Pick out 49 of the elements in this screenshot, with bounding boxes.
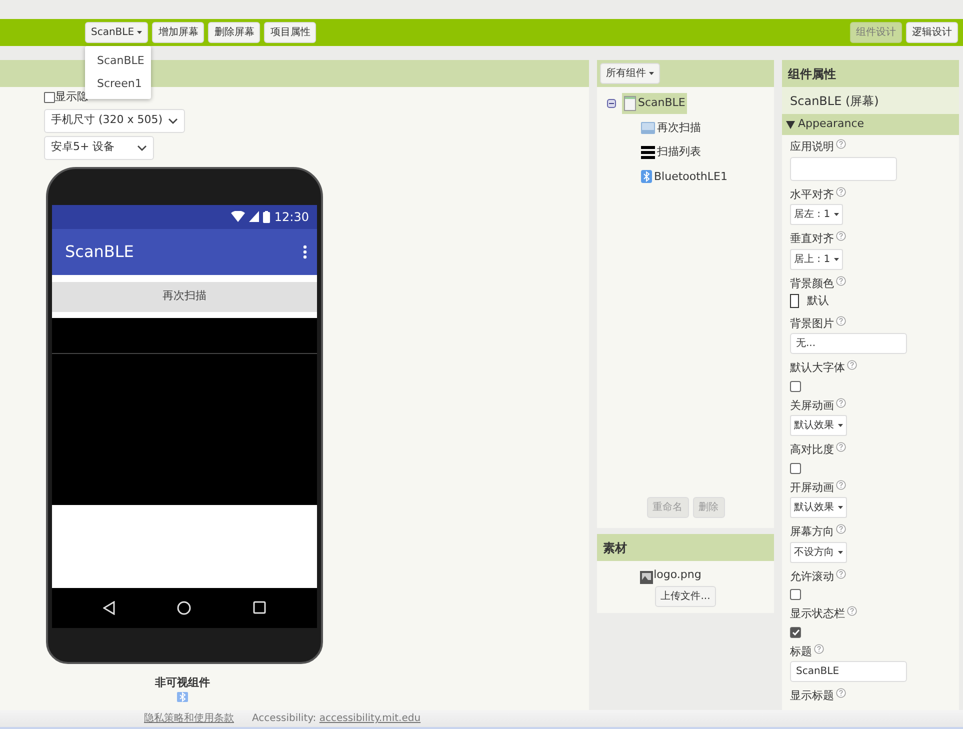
accessibility-text: Accessibility: accessibility.mit.edu (252, 712, 421, 726)
property-select[interactable]: 默认效果 (790, 497, 847, 518)
tree-item[interactable]: 扫描列表 (639, 142, 703, 162)
filter-dropdown-button[interactable]: 所有组件 (600, 63, 660, 84)
section-header[interactable]: Appearance (782, 114, 959, 135)
upload-button[interactable]: 上传文件... (654, 586, 716, 606)
property-label: 垂直对齐 (790, 231, 834, 247)
tree-item[interactable]: BluetoothLE1 (639, 166, 730, 187)
color-picker[interactable]: 默认 (790, 293, 829, 310)
component-name: ScanBLE (屏幕) (782, 87, 959, 114)
phone-size-select[interactable]: 手机尺寸 (320 x 505) (44, 108, 185, 132)
property-select[interactable]: 不设方向 (790, 542, 847, 562)
property-label: 屏幕方向 (790, 524, 834, 540)
property-label: 标题 (790, 644, 812, 660)
nonvisible-title: 非可视组件 (155, 674, 210, 690)
mode-button[interactable]: 逻辑设计 (906, 22, 958, 43)
app-title: ScanBLE (65, 240, 134, 262)
property-label: 关屏动画 (790, 398, 834, 414)
accessibility-link[interactable]: accessibility.mit.edu (319, 713, 421, 724)
privacy-link[interactable]: 隐私策略和使用条款 (144, 711, 234, 726)
screen-dropdown-button[interactable]: ScanBLE (85, 22, 148, 43)
app-button[interactable]: 再次扫描 (52, 282, 317, 312)
property-label: 允许滚动 (790, 568, 834, 584)
media-file[interactable]: logo.png (640, 567, 702, 584)
property-label: 高对比度 (790, 442, 834, 458)
text-field[interactable]: 无... (790, 333, 907, 354)
toolbar-button[interactable]: 增加屏幕 (152, 22, 204, 43)
property-select[interactable]: 居左 : 1 (790, 204, 844, 225)
menu-item[interactable]: ScanBLE (85, 50, 151, 72)
property-label: 显示状态栏 (790, 606, 845, 622)
tree-item[interactable]: 再次扫描 (639, 118, 703, 138)
text-field[interactable]: ScanBLE (790, 661, 907, 682)
property-label: 水平对齐 (790, 186, 834, 202)
toolbar-button[interactable]: 删除屏幕 (208, 22, 260, 43)
clock-time: 12:30 (274, 208, 309, 226)
toolbar-button[interactable]: 项目属性 (264, 22, 316, 43)
property-select[interactable]: 默认效果 (790, 415, 847, 436)
panel-title: 素材 (597, 534, 774, 561)
device-select[interactable]: 安卓5+ 设备 (44, 136, 154, 160)
tree-item[interactable]: ScanBLE (622, 93, 688, 114)
property-label: 背景图片 (790, 316, 834, 332)
property-label: 背景颜色 (790, 276, 834, 292)
menu-item[interactable]: Screen1 (85, 72, 151, 95)
property-label: 默认大字体 (790, 360, 845, 376)
property-select[interactable]: 居上 : 1 (790, 248, 844, 270)
panel-title: 组件属性 (782, 60, 959, 87)
property-label: 应用说明 (790, 139, 834, 155)
property-label: 开屏动画 (790, 480, 834, 496)
property-label: 显示标题 (790, 688, 834, 704)
